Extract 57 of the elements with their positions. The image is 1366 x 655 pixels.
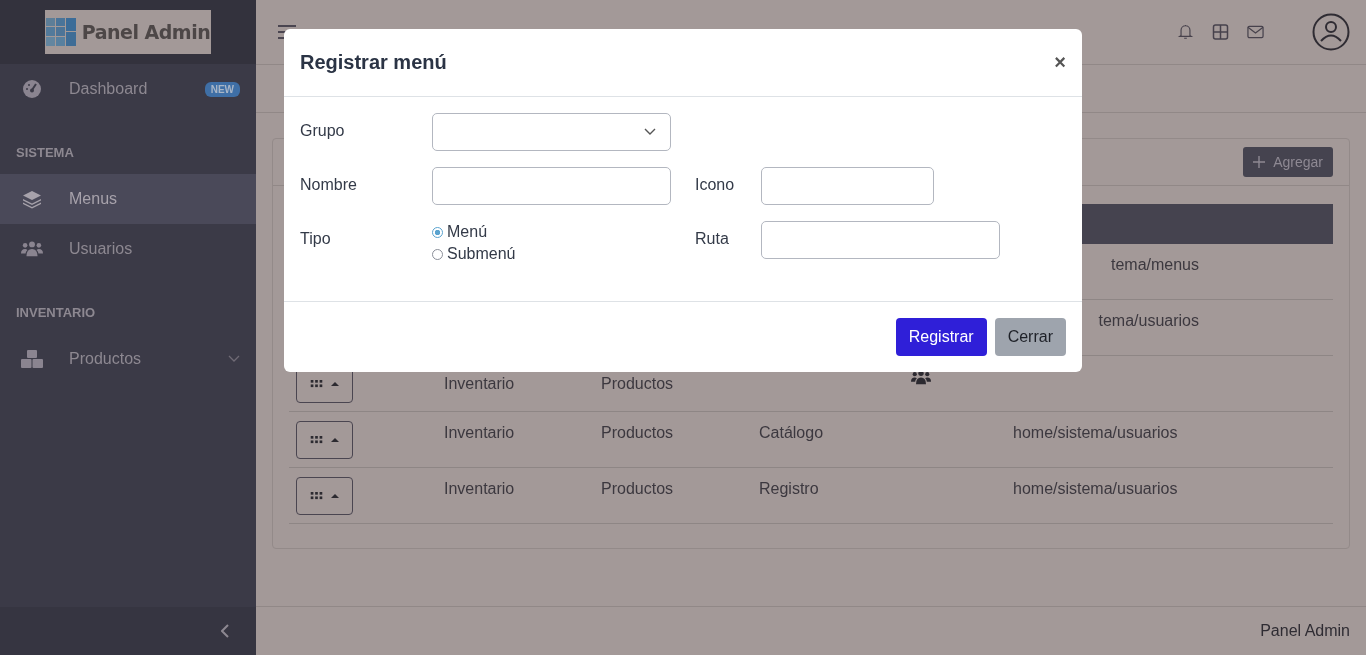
- section-heading: SISTEMA: [15, 144, 75, 162]
- grid-dots-icon: [310, 436, 323, 444]
- add-button[interactable]: Agregar: [1243, 147, 1333, 177]
- field-label: Grupo: [300, 121, 346, 140]
- table-cell: Inventario: [444, 480, 515, 497]
- caret-icon: [331, 494, 339, 498]
- avatar-icon[interactable]: [1312, 13, 1350, 51]
- users-icon: [21, 239, 43, 259]
- modal-title: Registrar menú: [300, 51, 447, 74]
- chevron-down-icon: [644, 128, 656, 136]
- sidebar-item[interactable]: Usuarios: [0, 224, 256, 274]
- chevron-left-icon: [221, 624, 229, 638]
- icon-field[interactable]: [761, 167, 934, 205]
- grid-dots-icon: [310, 380, 323, 388]
- table-cell: Inventario: [444, 424, 515, 441]
- plus-icon: [1253, 156, 1266, 168]
- close-button[interactable]: ×: [1054, 51, 1066, 74]
- section-heading: INVENTARIO: [15, 304, 97, 322]
- caret-icon: [331, 438, 339, 442]
- table-cell: Productos: [601, 424, 674, 441]
- caret-icon: [331, 382, 339, 386]
- register-button[interactable]: Registrar: [895, 318, 987, 356]
- field-label: Ruta: [695, 229, 730, 248]
- new-badge: NEW: [204, 81, 240, 97]
- table-cell: Productos: [601, 480, 674, 497]
- sidebar-item[interactable]: Productos: [0, 334, 256, 384]
- logo-text: Panel Admin: [81, 21, 211, 43]
- table-cell: tema/usuarios: [1098, 312, 1199, 329]
- layers-icon: [21, 189, 43, 209]
- table-cell: Productos: [601, 375, 674, 392]
- table-cell: Catálogo: [759, 424, 824, 441]
- route-field[interactable]: [761, 221, 1000, 259]
- grid-icon[interactable]: [1212, 24, 1229, 40]
- table-cell: Inventario: [444, 375, 515, 392]
- close-dialog-button[interactable]: Cerrar: [994, 318, 1066, 356]
- boxes-icon: [21, 349, 43, 369]
- table-cell: home/sistema/usuarios: [1013, 480, 1178, 497]
- radio-option[interactable]: Submenú: [432, 245, 671, 263]
- gauge-icon: [21, 79, 43, 99]
- sidebar-item[interactable]: Menus: [0, 174, 256, 224]
- footer-text: Panel Admin: [1260, 622, 1350, 640]
- field-label: Nombre: [300, 175, 358, 194]
- table-cell: Registro: [759, 480, 819, 497]
- radio-option[interactable]: Menú: [432, 223, 671, 241]
- name-field[interactable]: [432, 167, 671, 205]
- users-icon: [911, 370, 931, 385]
- logo-icon: [45, 18, 76, 46]
- sidebar-item[interactable]: Dashboard NEW: [0, 64, 256, 114]
- field-label: Tipo: [300, 229, 332, 248]
- grid-dots-icon: [310, 492, 323, 500]
- bell-icon[interactable]: [1177, 24, 1194, 40]
- table-cell: home/sistema/usuarios: [1013, 424, 1178, 441]
- mail-icon[interactable]: [1247, 24, 1264, 40]
- field-label: Icono: [695, 175, 736, 194]
- logo[interactable]: Panel Admin: [45, 10, 211, 54]
- group-select[interactable]: [432, 113, 671, 151]
- table-cell: tema/menus: [1110, 256, 1199, 273]
